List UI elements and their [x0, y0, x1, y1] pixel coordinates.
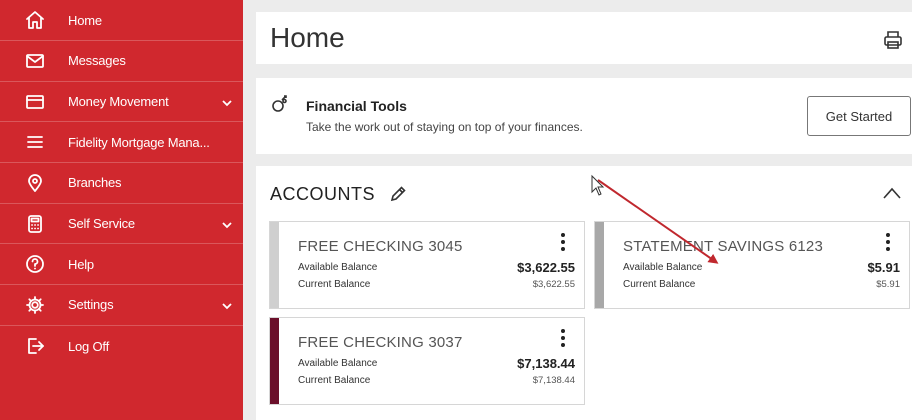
current-balance-value: $3,622.55	[532, 279, 575, 290]
sidebar-item-fidelity-mortgage[interactable]: Fidelity Mortgage Mana...	[0, 122, 243, 164]
kebab-menu-icon[interactable]	[884, 232, 892, 252]
sidebar-item-label: Messages	[68, 53, 126, 69]
sidebar-item-label: Home	[68, 13, 102, 28]
sidebar-item-label: Settings	[68, 297, 114, 313]
sidebar-item-label: Help	[68, 256, 94, 272]
available-balance-label: Available Balance	[298, 358, 378, 369]
sidebar-item-help[interactable]: Help	[0, 244, 243, 286]
sidebar-item-log-off[interactable]: Log Off	[0, 326, 243, 367]
account-name: STATEMENT SAVINGS 6123	[623, 238, 824, 255]
financial-tools-subtitle: Take the work out of staying on top of y…	[306, 120, 583, 134]
accounts-section: ACCOUNTS FREE CHECKING 3045 Available Ba…	[256, 166, 912, 420]
sidebar-item-label: Money Movement	[68, 94, 169, 110]
accounts-title: ACCOUNTS	[270, 184, 376, 204]
account-tile[interactable]: STATEMENT SAVINGS 6123 Available Balance…	[594, 221, 910, 309]
get-started-button[interactable]: Get Started	[807, 96, 911, 136]
gear-icon	[24, 294, 46, 316]
financial-tools-card: Financial Tools Take the work out of sta…	[256, 78, 912, 154]
available-balance-label: Available Balance	[623, 262, 703, 273]
account-name: FREE CHECKING 3037	[298, 334, 463, 351]
printer-icon[interactable]	[882, 29, 904, 51]
account-tile[interactable]: FREE CHECKING 3045 Available Balance Cur…	[269, 221, 585, 309]
sidebar-nav: Home Messages Money Movement Fidelity Mo…	[0, 0, 243, 420]
current-balance-label: Current Balance	[623, 279, 696, 290]
kebab-menu-icon[interactable]	[559, 232, 567, 252]
page-title: Home	[270, 22, 345, 53]
calculator-icon	[24, 213, 46, 235]
available-balance-value: $5.91	[867, 260, 900, 275]
home-icon	[24, 9, 46, 31]
sidebar-item-label: Branches	[68, 175, 122, 191]
current-balance-label: Current Balance	[298, 375, 371, 386]
account-tile[interactable]: FREE CHECKING 3037 Available Balance Cur…	[269, 317, 585, 405]
sidebar-item-money-movement[interactable]: Money Movement	[0, 82, 243, 123]
financial-tools-title: Financial Tools	[306, 98, 407, 114]
sidebar-item-branches[interactable]: Branches	[0, 163, 243, 204]
available-balance-value: $3,622.55	[517, 260, 575, 275]
financial-tools-icon	[270, 94, 290, 114]
sidebar-item-home[interactable]: Home	[0, 0, 243, 41]
chevron-down-icon[interactable]	[221, 218, 233, 230]
current-balance-value: $5.91	[876, 279, 900, 290]
current-balance-label: Current Balance	[298, 279, 371, 290]
kebab-menu-icon[interactable]	[559, 328, 567, 348]
current-balance-value: $7,138.44	[532, 375, 575, 386]
chevron-up-icon[interactable]	[882, 186, 902, 200]
account-color-bar	[270, 318, 279, 404]
sidebar-item-label: Log Off	[68, 338, 110, 354]
chevron-down-icon[interactable]	[221, 299, 233, 311]
sidebar-item-label: Fidelity Mortgage Mana...	[68, 134, 210, 150]
sidebar-item-settings[interactable]: Settings	[0, 285, 243, 326]
location-pin-icon	[24, 172, 46, 194]
available-balance-value: $7,138.44	[517, 356, 575, 371]
menu-lines-icon	[24, 131, 46, 153]
available-balance-label: Available Balance	[298, 262, 378, 273]
chevron-down-icon[interactable]	[221, 96, 233, 108]
account-color-bar	[595, 222, 604, 308]
envelope-icon	[24, 50, 46, 72]
sidebar-item-messages[interactable]: Messages	[0, 41, 243, 82]
logout-icon	[24, 335, 46, 357]
pencil-icon[interactable]	[388, 184, 408, 204]
card-icon	[24, 91, 46, 113]
page-header: Home	[256, 12, 912, 64]
question-icon	[24, 253, 46, 275]
sidebar-item-self-service[interactable]: Self Service	[0, 204, 243, 245]
account-name: FREE CHECKING 3045	[298, 238, 463, 255]
account-color-bar	[270, 222, 279, 308]
main-content: Home Financial Tools Take the work out o…	[243, 0, 912, 420]
sidebar-item-label: Self Service	[68, 216, 135, 232]
